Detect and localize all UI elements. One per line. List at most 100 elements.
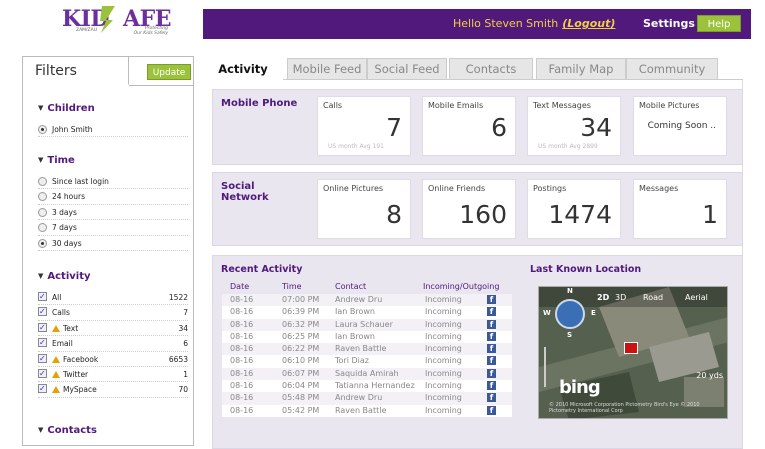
- facebook-icon: f: [487, 331, 496, 341]
- children-section: Children John Smith: [38, 103, 188, 138]
- compass-icon[interactable]: [555, 299, 585, 329]
- help-button[interactable]: Help: [697, 15, 741, 32]
- activity-section: Activity ✓All1522 ✓Calls7 ✓Text34 ✓Email…: [38, 271, 188, 398]
- time-option[interactable]: 24 hours: [38, 189, 188, 205]
- contacts-heading[interactable]: Contacts: [38, 425, 188, 436]
- activity-option[interactable]: ✓ Twitter 1: [38, 367, 188, 383]
- online-friends-card[interactable]: Online Friends 160: [422, 179, 516, 239]
- facebook-icon: f: [487, 319, 496, 329]
- warning-icon: [52, 370, 60, 378]
- checkbox-icon[interactable]: ✓: [38, 322, 47, 332]
- table-row[interactable]: 08-16 06:04 PM Tatianna Hernandez Incoming f: [222, 380, 512, 393]
- update-button[interactable]: Update: [147, 64, 191, 80]
- facebook-icon: f: [487, 307, 496, 317]
- calls-card[interactable]: Calls 7 US month Avg 191: [317, 96, 411, 156]
- facebook-icon: f: [487, 368, 496, 378]
- logo-bolt-icon: [100, 6, 115, 33]
- tab-activity[interactable]: Activity: [203, 59, 283, 81]
- mobile-emails-card[interactable]: Mobile Emails 6: [422, 96, 516, 156]
- warning-icon: [52, 324, 60, 332]
- time-option[interactable]: Since last login: [38, 174, 188, 190]
- top-bar: Hello Steven Smith (Logout) Settings Help: [203, 9, 751, 39]
- last-known-location-title: Last Known Location: [530, 264, 642, 275]
- table-row[interactable]: 08-16 07:00 PM Andrew Dru Incoming f: [222, 294, 512, 307]
- radio-icon[interactable]: [38, 223, 47, 233]
- activity-option[interactable]: ✓ MySpace 70: [38, 382, 188, 398]
- recent-activity-panel: Recent Activity Date Time Contact Incomi…: [212, 255, 743, 449]
- online-pictures-card[interactable]: Online Pictures 8: [317, 179, 411, 239]
- radio-icon[interactable]: [38, 207, 47, 217]
- checkbox-icon[interactable]: ✓: [38, 338, 47, 348]
- table-row[interactable]: 08-16 06:39 PM Ian Brown Incoming f: [222, 306, 512, 319]
- map-copyright: © 2010 Microsoft Corporation Pictometry …: [549, 402, 700, 414]
- contacts-section: Contacts: [38, 425, 188, 444]
- greeting: Hello Steven Smith (Logout): [453, 17, 616, 30]
- activity-option[interactable]: ✓ Email 6: [38, 336, 188, 352]
- tab-family-map[interactable]: Family Map: [536, 58, 626, 80]
- text-messages-card[interactable]: Text Messages 34 US month Avg 2899: [527, 96, 621, 156]
- settings-link[interactable]: Settings: [643, 17, 695, 30]
- table-row[interactable]: 08-16 05:42 PM Raven Battle Incoming f: [222, 404, 512, 417]
- tab-community[interactable]: Community: [626, 58, 718, 80]
- time-heading[interactable]: Time: [38, 155, 188, 166]
- mobile-phone-panel: Mobile Phone Calls 7 US month Avg 191 Mo…: [212, 89, 743, 165]
- recent-activity-table: Date Time Contact Incoming/Outgoing 08-1…: [222, 282, 512, 417]
- messages-card[interactable]: Messages 1: [633, 179, 727, 239]
- mobile-pictures-card[interactable]: Mobile Pictures Coming Soon ..: [633, 96, 727, 156]
- filters-tab: Filters: [23, 57, 129, 85]
- radio-icon[interactable]: [38, 192, 47, 202]
- checkbox-icon[interactable]: ✓: [38, 384, 47, 394]
- table-row[interactable]: 08-16 06:22 PM Raven Battle Incoming f: [222, 343, 512, 356]
- logout-link[interactable]: (Logout): [562, 17, 615, 30]
- time-option[interactable]: 30 days: [38, 236, 188, 251]
- warning-icon: [52, 355, 60, 363]
- table-row[interactable]: 08-16 06:10 PM Tori Diaz Incoming f: [222, 355, 512, 368]
- map-scale: 20 yds: [696, 371, 723, 380]
- social-network-panel: Social Network Online Pictures 8 Online F…: [212, 172, 743, 246]
- activity-option[interactable]: ✓ Calls 7: [38, 305, 188, 321]
- map-road-option[interactable]: Road: [643, 293, 663, 302]
- map-aerial-option[interactable]: Aerial: [685, 293, 708, 302]
- tab-mobile-feed[interactable]: Mobile Feed: [287, 58, 367, 80]
- kidsafe-logo[interactable]: KID AFE ZAM/ZAU Protecting Our Kids Safely: [62, 6, 172, 40]
- radio-icon[interactable]: [38, 177, 47, 186]
- warning-icon: [52, 386, 60, 394]
- location-pin-icon[interactable]: [624, 342, 638, 354]
- children-heading[interactable]: Children: [38, 103, 188, 114]
- facebook-icon: f: [487, 393, 496, 403]
- activity-option[interactable]: ✓ Facebook 6653: [38, 352, 188, 367]
- time-option[interactable]: 7 days: [38, 220, 188, 236]
- activity-option[interactable]: ✓ Text 34: [38, 321, 188, 337]
- table-row[interactable]: 08-16 06:25 PM Ian Brown Incoming f: [222, 330, 512, 344]
- radio-icon[interactable]: [38, 125, 47, 134]
- table-header: Date Time Contact Incoming/Outgoing: [230, 282, 500, 291]
- radio-icon[interactable]: [38, 238, 47, 248]
- location-map[interactable]: 2D 3D Road Aerial N W E S bing 20 yds © …: [538, 286, 728, 419]
- recent-activity-title: Recent Activity: [221, 264, 303, 275]
- activity-content: Mobile Phone Calls 7 US month Avg 191 Mo…: [203, 80, 743, 449]
- facebook-icon: f: [487, 356, 496, 366]
- bing-logo: bing: [559, 377, 601, 398]
- checkbox-icon[interactable]: ✓: [38, 353, 47, 363]
- child-option[interactable]: John Smith: [38, 122, 188, 138]
- main-tabs: Activity Mobile Feed Social Feed Contact…: [203, 58, 751, 81]
- tab-contacts[interactable]: Contacts: [449, 58, 533, 80]
- checkbox-icon[interactable]: ✓: [38, 307, 47, 317]
- page: KID AFE ZAM/ZAU Protecting Our Kids Safely…: [0, 0, 765, 449]
- time-section: Time Since last login 24 hours 3 days 7 …: [38, 155, 188, 251]
- zoom-slider[interactable]: [544, 347, 546, 387]
- activity-option[interactable]: ✓ All 1522: [38, 290, 188, 306]
- tab-social-feed[interactable]: Social Feed: [367, 58, 447, 80]
- checkbox-icon[interactable]: ✓: [38, 368, 47, 378]
- facebook-icon: f: [487, 295, 496, 304]
- map-2d-option[interactable]: 2D: [597, 293, 609, 302]
- map-3d-option[interactable]: 3D: [615, 293, 626, 302]
- table-row[interactable]: 08-16 05:48 PM Andrew Dru Incoming f: [222, 392, 512, 405]
- time-option[interactable]: 3 days: [38, 205, 188, 221]
- table-row[interactable]: 08-16 06:07 PM Saquida Amirah Incoming f: [222, 367, 512, 381]
- activity-heading[interactable]: Activity: [38, 271, 188, 282]
- facebook-icon: f: [487, 405, 496, 415]
- postings-card[interactable]: Postings 1474: [527, 179, 621, 239]
- table-row[interactable]: 08-16 06:32 PM Laura Schauer Incoming f: [222, 318, 512, 331]
- checkbox-icon[interactable]: ✓: [38, 292, 47, 301]
